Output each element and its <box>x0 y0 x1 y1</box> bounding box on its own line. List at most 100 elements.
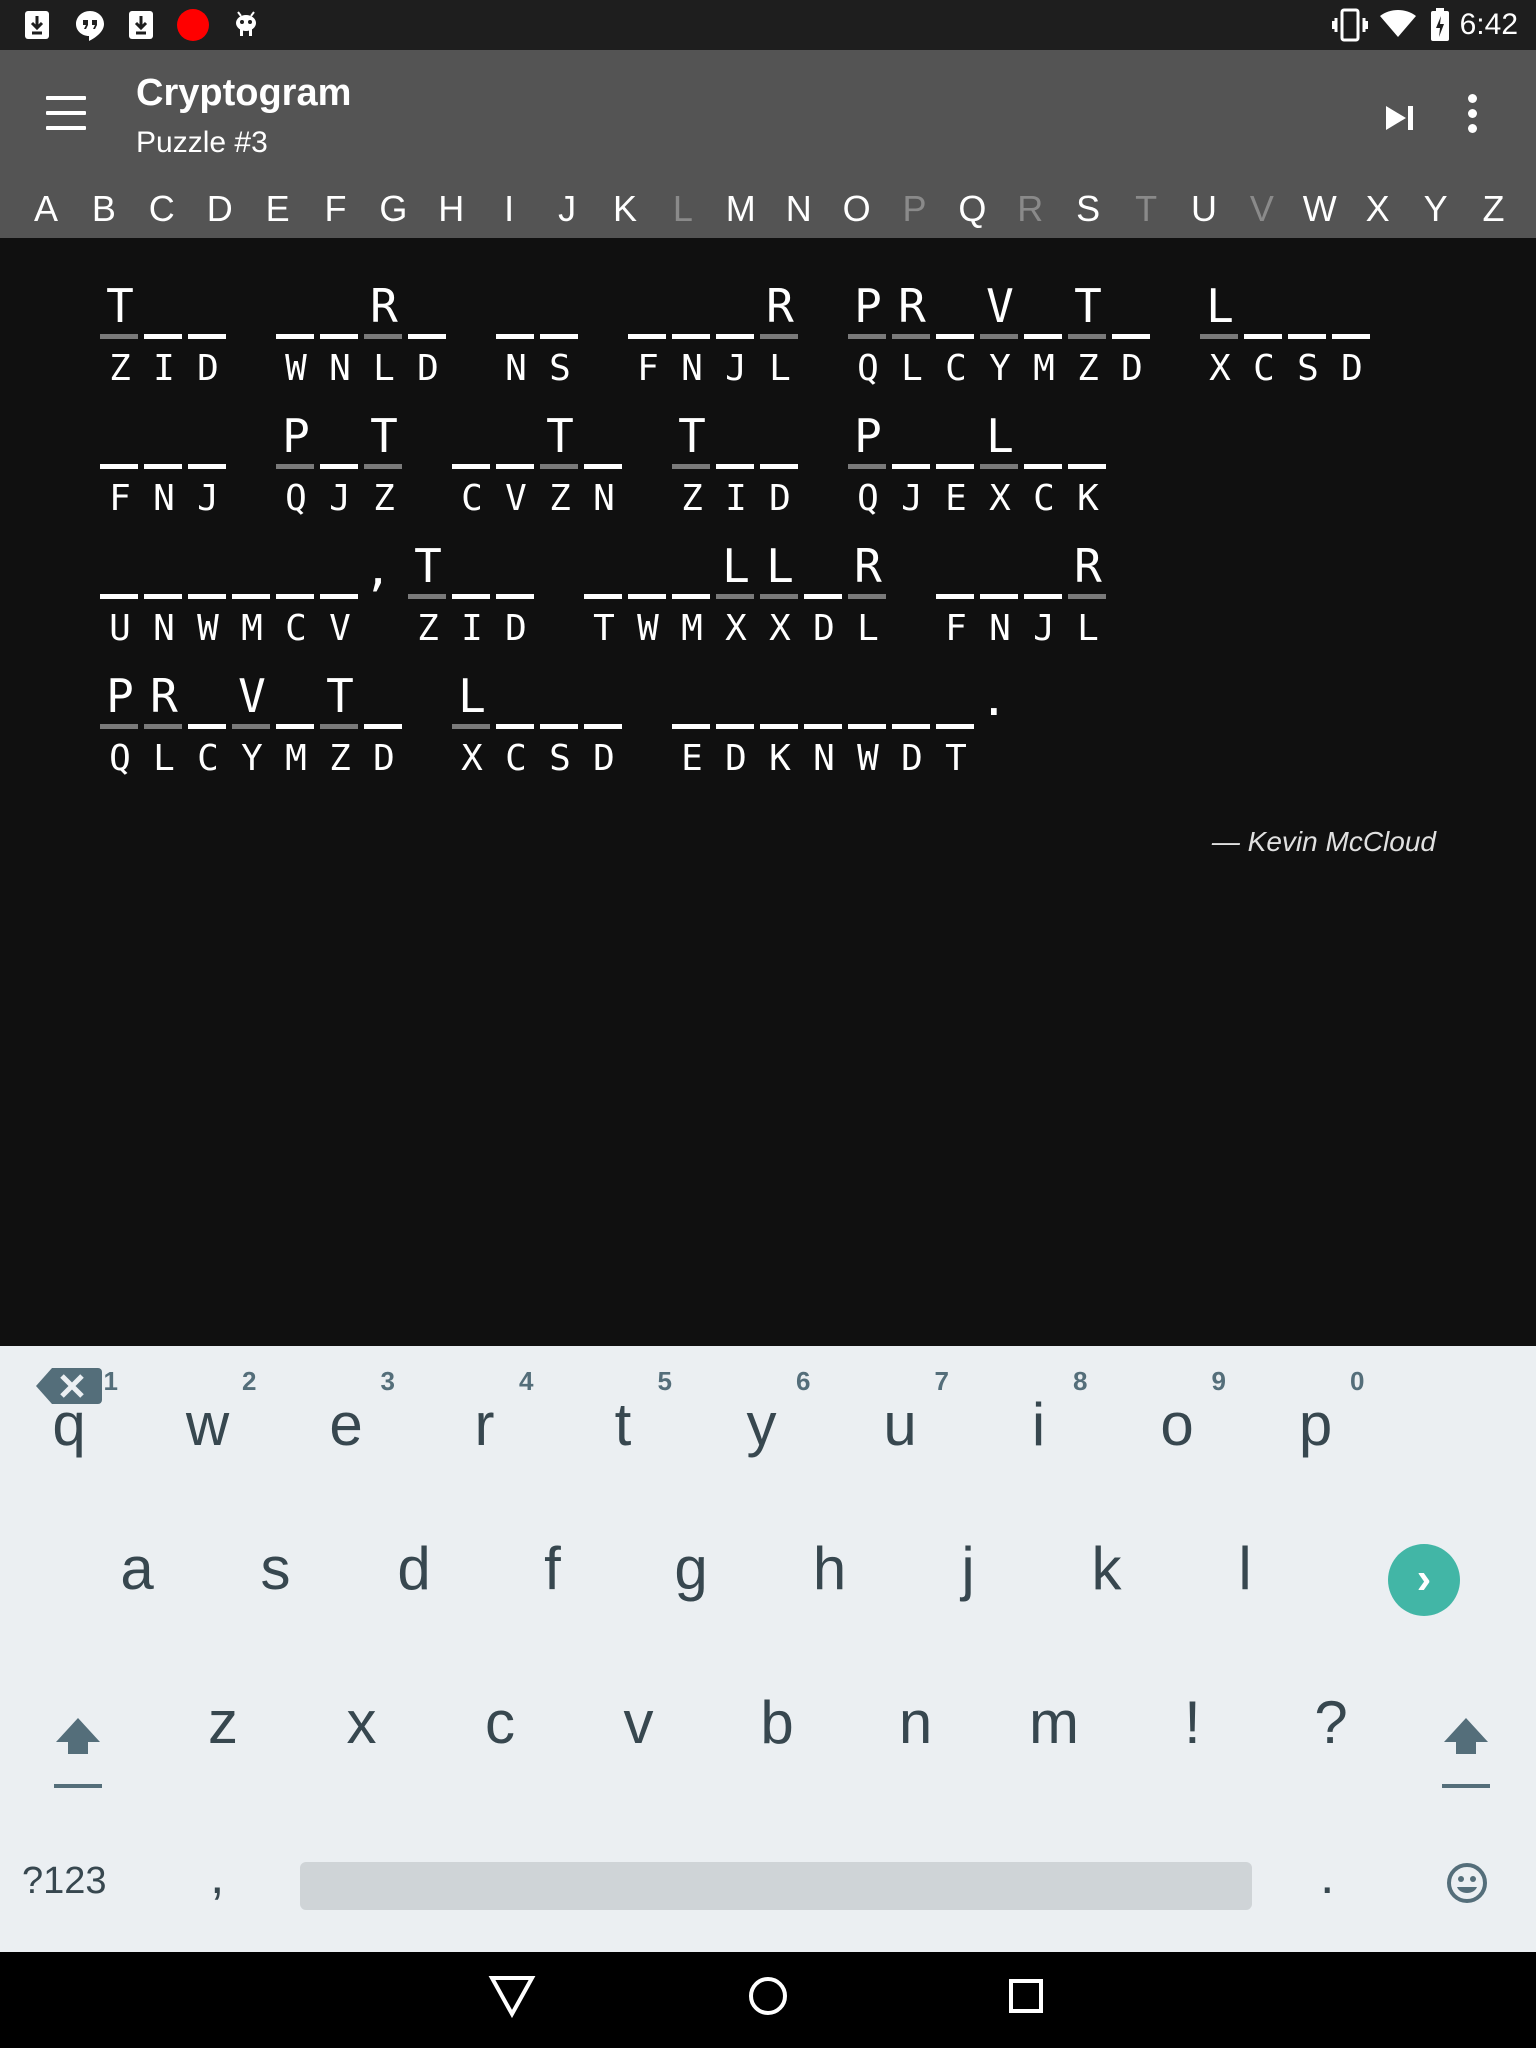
answer-underline <box>584 724 622 729</box>
key-label: y <box>746 1391 777 1458</box>
cipher-letter: Z <box>109 348 131 389</box>
answer-underline <box>760 464 798 469</box>
key-z[interactable]: z <box>154 1650 292 1800</box>
key-y[interactable]: 6y <box>693 1346 831 1496</box>
answer-underline <box>276 594 314 599</box>
key-r[interactable]: 4r <box>416 1346 554 1496</box>
soft-keyboard: 1q2w3e4r5t6y7u8i9o0p a s d f g h j k l › z x c v b n m… <box>0 1346 1536 1952</box>
period-key[interactable]: . <box>1320 1846 1334 1906</box>
answer-underline <box>320 594 358 599</box>
cipher-letter: N <box>989 608 1011 649</box>
alphabet-letter: Y <box>1423 188 1448 229</box>
key-u[interactable]: 7u <box>831 1346 969 1496</box>
guess-letter: T <box>106 279 134 333</box>
guess-letter <box>494 668 538 724</box>
cipher-letter: J <box>1033 608 1055 649</box>
key-h[interactable]: h <box>761 1496 899 1646</box>
cipher-letter: X <box>989 478 1011 519</box>
answer-underline <box>672 594 710 599</box>
guess-letter <box>538 278 582 334</box>
guess-letter <box>494 538 538 594</box>
skip-next-icon[interactable] <box>1380 98 1420 138</box>
answer-underline <box>804 724 842 729</box>
guess-letter: P <box>854 279 882 333</box>
key-t[interactable]: 5t <box>554 1346 692 1496</box>
guess-letter <box>846 668 890 724</box>
key-label: s <box>260 1535 291 1602</box>
guess-letter <box>714 278 758 334</box>
battery-icon <box>1431 8 1449 41</box>
cipher-letter: U <box>109 608 131 649</box>
cipher-letter: X <box>769 608 791 649</box>
shift-left-icon[interactable] <box>48 1710 108 1800</box>
key-i[interactable]: 8i <box>970 1346 1108 1496</box>
guess-letter <box>318 538 362 594</box>
key-q[interactable]: 1q <box>0 1346 138 1496</box>
home-icon[interactable] <box>746 1974 790 2018</box>
guess-letter <box>978 538 1022 594</box>
alphabet-strip: ABCDEFGHI JKLMNOPQRSTUVWXYZ <box>0 184 1536 238</box>
key-e[interactable]: 3e <box>277 1346 415 1496</box>
key-k[interactable]: k <box>1038 1496 1176 1646</box>
key-l[interactable]: l <box>1176 1496 1314 1646</box>
key-v[interactable]: v <box>570 1650 708 1800</box>
answer-underline <box>100 724 138 729</box>
answer-underline <box>364 464 402 469</box>
key-j[interactable]: j <box>899 1496 1037 1646</box>
recents-icon[interactable] <box>1006 1974 1046 2018</box>
record-icon <box>177 9 209 41</box>
guess-letter <box>1330 278 1374 334</box>
space-bar[interactable] <box>300 1862 1252 1910</box>
answer-underline <box>496 594 534 599</box>
key-![interactable]: ! <box>1124 1650 1262 1800</box>
guess-letter: T <box>1074 279 1102 333</box>
key-d[interactable]: d <box>345 1496 483 1646</box>
symbols-key[interactable]: ?123 <box>22 1860 107 1903</box>
answer-underline <box>276 464 314 469</box>
key-s[interactable]: s <box>207 1496 345 1646</box>
key-w[interactable]: 2w <box>139 1346 277 1496</box>
emoji-icon[interactable] <box>1446 1862 1488 1904</box>
cipher-letter: E <box>681 738 703 779</box>
guess-letter: R <box>150 669 178 723</box>
answer-underline <box>408 334 446 339</box>
key-g[interactable]: g <box>622 1496 760 1646</box>
key-f[interactable]: f <box>484 1496 622 1646</box>
cipher-letter: W <box>637 608 659 649</box>
guess-letter <box>1022 408 1066 464</box>
cipher-letter: S <box>1297 348 1319 389</box>
cipher-letter: Q <box>857 348 879 389</box>
guess-letter <box>98 408 142 464</box>
shift-right-icon[interactable] <box>1436 1710 1496 1800</box>
guess-letter <box>1066 408 1110 464</box>
answer-underline <box>100 464 138 469</box>
key-o[interactable]: 9o <box>1108 1346 1246 1496</box>
key-m[interactable]: m <box>985 1650 1123 1800</box>
guess-letter <box>186 408 230 464</box>
cipher-letter: C <box>1033 478 1055 519</box>
alphabet-letter: U <box>1191 188 1217 229</box>
key-p[interactable]: 0p <box>1247 1346 1385 1496</box>
key-a[interactable]: a <box>68 1496 206 1646</box>
cipher-letter: S <box>549 738 571 779</box>
answer-underline <box>320 724 358 729</box>
back-icon[interactable] <box>488 1974 536 2018</box>
key-n[interactable]: n <box>847 1650 985 1800</box>
key-b[interactable]: b <box>708 1650 846 1800</box>
vibrate-icon <box>1332 8 1368 42</box>
cipher-letter: T <box>593 608 615 649</box>
key-?[interactable]: ? <box>1262 1650 1400 1800</box>
more-options-icon[interactable] <box>1462 94 1482 142</box>
key-label: ? <box>1314 1689 1348 1756</box>
answer-underline <box>1244 334 1282 339</box>
puzzle-area[interactable]: TZIDWNRLDNSFNJRLPQRLCVYMTZDLXCSDFNJPQJTZ… <box>0 238 1536 1346</box>
cipher-letter: T <box>945 738 967 779</box>
go-button[interactable]: › <box>1388 1544 1460 1616</box>
menu-icon[interactable] <box>46 96 98 136</box>
key-label: ! <box>1184 1689 1201 1756</box>
key-c[interactable]: c <box>431 1650 569 1800</box>
cipher-letter: V <box>505 478 527 519</box>
cipher-letter: F <box>109 478 131 519</box>
comma-key[interactable]: , <box>210 1846 224 1906</box>
key-x[interactable]: x <box>293 1650 431 1800</box>
